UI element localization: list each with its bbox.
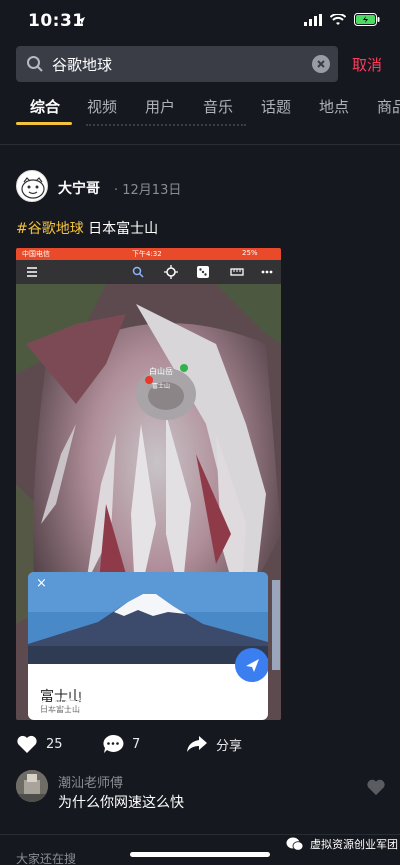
location-arrow-icon <box>77 17 85 25</box>
media-status-bar: 中国电信 下午4:32 25% <box>16 248 281 260</box>
status-bar: 10:31 <box>0 0 400 44</box>
home-indicator <box>130 852 270 857</box>
map-label-fuji: 富士山 <box>152 382 170 390</box>
menu-icon <box>27 267 37 277</box>
music-credit-text: 创作的原声 @深漂 <box>50 698 159 713</box>
share-button[interactable]: 分享 <box>186 734 242 754</box>
comment-like-heart-icon[interactable] <box>366 778 386 796</box>
cancel-button[interactable]: 取消 <box>352 54 382 75</box>
earth-toolbar <box>16 260 281 284</box>
like-count: 25 <box>46 736 63 752</box>
more-icon <box>261 270 273 274</box>
commenter-avatar[interactable] <box>16 770 48 802</box>
wechat-logo-icon <box>286 837 304 851</box>
watermark-text: 虚拟资源创业军团 <box>310 838 398 851</box>
tab-music[interactable]: 音乐 <box>203 96 233 117</box>
post-caption: #谷歌地球 日本富士山 <box>16 218 158 238</box>
pause-icon[interactable] <box>252 694 266 710</box>
search-row: 取消 <box>0 46 400 82</box>
media-time: 下午4:32 <box>132 250 162 258</box>
dice-icon <box>197 266 209 278</box>
tab-places[interactable]: 地点 <box>319 96 349 117</box>
commenter-name[interactable]: 潮汕老师傅 <box>58 772 123 791</box>
music-credit[interactable]: 创作的原声 @深漂 <box>36 694 158 713</box>
caption-text: 日本富士山 <box>83 221 159 237</box>
mount-fuji-photo <box>28 572 268 664</box>
post-date: · 12月13日 <box>114 183 182 198</box>
tab-videos[interactable]: 视频 <box>87 96 117 117</box>
ruler-icon <box>230 268 244 276</box>
navigate-button[interactable] <box>235 648 268 682</box>
scrolled-content-peek <box>86 124 246 130</box>
music-note-icon <box>36 700 46 710</box>
voyager-icon <box>164 265 178 279</box>
status-icons <box>304 13 380 26</box>
tab-users[interactable]: 用户 <box>145 96 175 117</box>
battery-icon <box>354 13 380 26</box>
search-box[interactable] <box>16 46 338 82</box>
author-name[interactable]: 大宁哥 <box>58 178 100 198</box>
media-battery: 25% <box>242 249 258 257</box>
post-media[interactable]: 中国电信 下午4:32 25% 白山岳 富士山 × 富士山 日本富士山 创作的原… <box>16 248 281 720</box>
share-label: 分享 <box>216 738 243 754</box>
like-button[interactable]: 25 <box>16 734 63 754</box>
comment-bubble-icon <box>103 734 124 753</box>
top-comment: 潮汕老师傅 为什么你网速这么快 <box>16 770 386 818</box>
signal-icon <box>304 13 322 26</box>
search-tabs: 综合 视频 用户 音乐 话题 地点 商品 <box>0 96 400 126</box>
close-place-card-button[interactable]: × <box>36 576 47 591</box>
author-avatar[interactable] <box>16 170 48 202</box>
hashtag-link[interactable]: #谷歌地球 <box>16 221 84 237</box>
comment-text: 为什么你网速这么快 <box>58 795 184 811</box>
tab-topics[interactable]: 话题 <box>261 96 291 117</box>
tab-general[interactable]: 综合 <box>30 96 60 117</box>
next-media-peek <box>272 580 280 670</box>
divider <box>0 834 400 835</box>
post-header: 大宁哥 · 12月13日 <box>16 170 386 204</box>
watermark: 虚拟资源创业军团 <box>286 836 398 852</box>
divider <box>0 144 400 145</box>
comment-button[interactable]: 7 <box>102 734 140 754</box>
post-actions: 25 7 分享 <box>16 734 386 758</box>
clear-search-icon[interactable] <box>312 55 330 73</box>
wifi-icon <box>330 13 346 25</box>
share-arrow-icon <box>187 736 207 752</box>
navigate-arrow-icon <box>246 659 259 672</box>
search-icon <box>132 266 144 278</box>
media-carrier: 中国电信 <box>22 250 50 258</box>
search-icon <box>27 56 43 72</box>
tab-products[interactable]: 商品 <box>377 96 400 117</box>
active-tab-indicator <box>16 122 72 125</box>
map-label-peak: 白山岳 <box>149 366 173 376</box>
heart-icon <box>17 735 37 753</box>
search-input[interactable] <box>52 46 302 82</box>
also-search-heading: 大家还在搜 <box>16 852 77 865</box>
comment-count: 7 <box>132 736 141 752</box>
